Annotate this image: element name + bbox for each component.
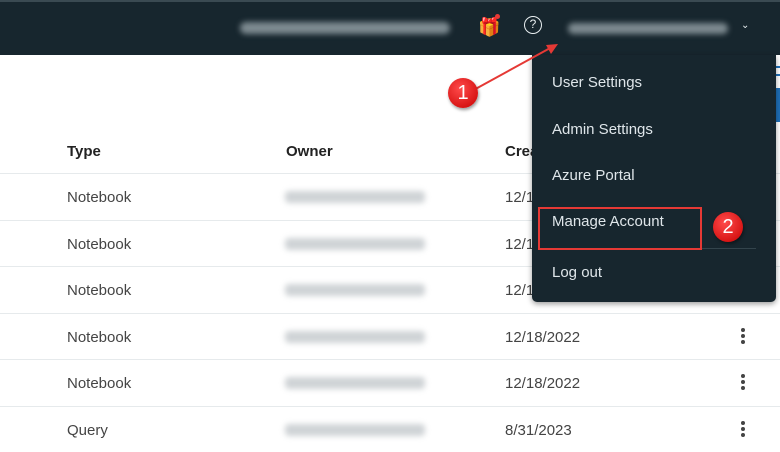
- step-badge-2: 2: [713, 212, 743, 242]
- step-badge-1: 1: [448, 78, 478, 108]
- annotation-arrow: [0, 0, 780, 430]
